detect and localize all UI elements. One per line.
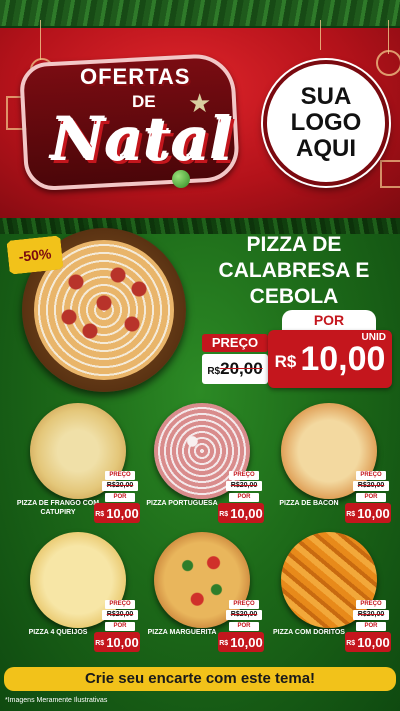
product-card: PIZZA DE FRANGO COM CATUPIRY PREÇO R$20,… — [12, 403, 145, 536]
preco-label: PREÇO — [356, 471, 386, 480]
por-label: POR — [356, 493, 386, 502]
new-price: R$ 10,00 — [94, 503, 140, 523]
preco-label: PREÇO — [229, 471, 259, 480]
logo-placeholder: SUA LOGO AQUI — [263, 60, 389, 186]
featured-old-price: R$20,00 — [202, 354, 268, 384]
preco-label: PREÇO — [105, 471, 135, 480]
product-card: PIZZA DE BACON PREÇO R$20,00 POR R$ 10,00 — [263, 403, 396, 536]
por-label: POR — [229, 622, 259, 631]
preco-label: PREÇO — [229, 600, 259, 609]
logo-placeholder-line: SUA — [300, 83, 352, 110]
old-price: R$20,00 — [102, 481, 138, 491]
por-label: POR — [105, 622, 135, 631]
preco-label: PREÇO — [105, 600, 135, 609]
new-price: R$ 10,00 — [94, 632, 140, 652]
old-price-currency: R$ — [207, 366, 221, 377]
gift-icon — [380, 160, 400, 188]
new-price: R$ 10,00 — [218, 632, 264, 652]
featured-preco-label: PREÇO — [202, 334, 268, 352]
old-price: R$20,00 — [226, 481, 262, 491]
discount-badge: -50% — [6, 235, 63, 274]
new-price: R$ 10,00 — [345, 632, 391, 652]
product-card: PIZZA COM DORITOS PREÇO R$20,00 POR R$ 10… — [263, 532, 396, 665]
logo-placeholder-line: AQUI — [296, 135, 356, 162]
featured-new-price: UNID R$ 10,00 — [268, 330, 392, 388]
disclaimer-text: *Imagens Meramente Ilustrativas — [5, 697, 108, 704]
old-price: R$20,00 — [226, 610, 262, 620]
product-name: PIZZA DE BACON — [279, 500, 339, 507]
ornament-string — [388, 20, 389, 54]
ornament-string — [40, 20, 41, 60]
product-card: PIZZA PORTUGUESA PREÇO R$20,00 POR R$ 10,… — [136, 403, 269, 536]
header-banner: OFERTAS DE ★ Natal SUA LOGO AQUI — [0, 0, 400, 218]
preco-label: PREÇO — [356, 600, 386, 609]
ornament-string — [320, 20, 321, 50]
por-label: POR — [105, 493, 135, 502]
logo-ofertas-text: OFERTAS — [80, 64, 191, 89]
product-card: PIZZA MARGUERITA PREÇO R$20,00 POR R$ 10,… — [136, 532, 269, 665]
featured-product-name: PIZZA DE CALABRESA E CEBOLA — [218, 233, 370, 308]
cta-banner[interactable]: Crie seu encarte com este tema! — [4, 667, 396, 691]
christmas-offer-poster: OFERTAS DE ★ Natal SUA LOGO AQUI -50% PI… — [0, 0, 400, 711]
featured-por-label: POR — [282, 310, 376, 330]
old-price-value: 20,00 — [220, 359, 263, 378]
product-name: PIZZA COM DORITOS — [273, 629, 345, 636]
new-price: R$ 10,00 — [345, 503, 391, 523]
por-label: POR — [356, 622, 386, 631]
new-price: R$ 10,00 — [218, 503, 264, 523]
old-price: R$20,00 — [353, 610, 389, 620]
product-name: PIZZA 4 QUEIJOS — [28, 629, 88, 636]
logo-placeholder-line: LOGO — [290, 109, 362, 136]
product-name: PIZZA MARGUERITA — [147, 629, 217, 636]
product-card: PIZZA 4 QUEIJOS PREÇO R$20,00 POR R$ 10,0… — [12, 532, 145, 665]
new-price-currency: R$ — [274, 352, 297, 371]
christmas-ball-icon — [172, 170, 190, 188]
logo-natal-text: Natal — [52, 106, 235, 174]
unit-label: UNID — [361, 332, 386, 343]
old-price: R$20,00 — [102, 610, 138, 620]
por-label: POR — [229, 493, 259, 502]
old-price: R$20,00 — [353, 481, 389, 491]
pine-garland — [0, 0, 400, 28]
ornament-icon — [376, 50, 400, 76]
ofertas-de-natal-logo: OFERTAS DE ★ Natal — [18, 52, 241, 192]
product-name: PIZZA DE FRANGO COM CATUPIRY — [16, 500, 100, 516]
product-name: PIZZA PORTUGUESA — [146, 500, 218, 507]
new-price-value: 10,00 — [300, 339, 386, 378]
